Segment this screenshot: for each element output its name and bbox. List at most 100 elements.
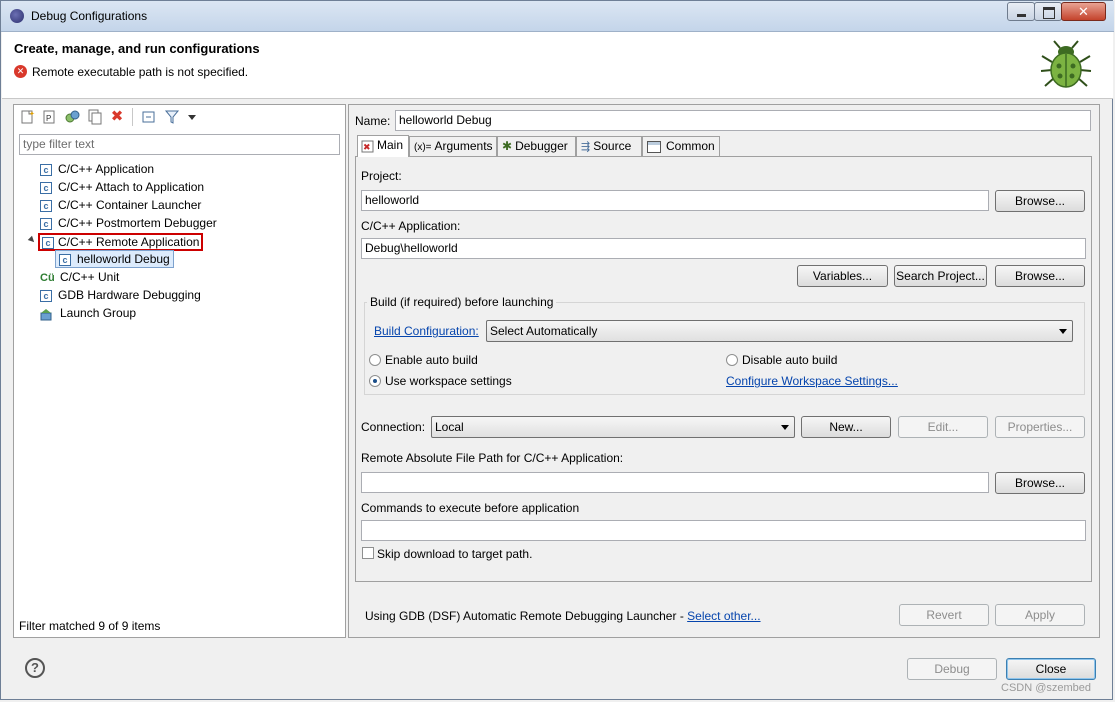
tree-item-cpp-application[interactable]: c C/C++ Application bbox=[40, 161, 154, 177]
enable-auto-build-radio[interactable] bbox=[369, 354, 381, 366]
c-file-icon: c bbox=[40, 289, 52, 302]
c-file-icon: c bbox=[59, 253, 71, 266]
connection-value: Local bbox=[435, 420, 464, 434]
connection-label: Connection: bbox=[361, 420, 426, 434]
help-icon[interactable]: ? bbox=[25, 658, 45, 678]
remote-path-browse-button[interactable]: Browse... bbox=[995, 472, 1085, 494]
tab-label: Source bbox=[593, 139, 632, 153]
edit-connection-button[interactable]: Edit... bbox=[898, 416, 988, 438]
disable-auto-build-label: Disable auto build bbox=[742, 353, 838, 367]
close-button[interactable]: Close bbox=[1006, 658, 1096, 680]
application-browse-button[interactable]: Browse... bbox=[995, 265, 1085, 287]
tree-item-label: helloworld Debug bbox=[77, 252, 170, 266]
tab-common[interactable]: Common bbox=[642, 136, 720, 156]
tab-arguments[interactable]: (x)= Arguments bbox=[409, 136, 497, 156]
tree-item-gdb-hardware[interactable]: c GDB Hardware Debugging bbox=[40, 287, 201, 303]
c-file-icon: c bbox=[40, 199, 52, 212]
window-title: Debug Configurations bbox=[31, 9, 148, 23]
duplicate-configuration-icon[interactable] bbox=[87, 109, 103, 125]
tree-item-label: GDB Hardware Debugging bbox=[58, 288, 201, 302]
new-connection-button[interactable]: New... bbox=[801, 416, 891, 438]
watermark: CSDN @szembed bbox=[1001, 682, 1092, 694]
commands-input[interactable] bbox=[361, 520, 1086, 541]
build-configuration-select[interactable]: Select Automatically bbox=[486, 320, 1073, 342]
configure-workspace-link[interactable]: Configure Workspace Settings... bbox=[726, 374, 898, 388]
tree-item-label: C/C++ Remote Application bbox=[58, 235, 200, 249]
svg-text:✖: ✖ bbox=[363, 142, 371, 152]
tree-item-label: C/C++ Unit bbox=[60, 270, 120, 284]
tree-item-cpp-remote[interactable]: c C/C++ Remote Application bbox=[38, 233, 204, 251]
dialog-header: Create, manage, and run configurations ✕… bbox=[2, 32, 1113, 99]
tree-item-label: Launch Group bbox=[60, 306, 137, 320]
tab-main[interactable]: ✖ Main bbox=[357, 135, 409, 157]
minimize-button[interactable] bbox=[1007, 2, 1035, 21]
enable-auto-build-label: Enable auto build bbox=[385, 353, 478, 367]
error-message: Remote executable path is not specified. bbox=[32, 65, 249, 79]
filter-placeholder: type filter text bbox=[23, 137, 95, 151]
tree-item-launch-group[interactable]: Launch Group bbox=[40, 305, 136, 321]
debug-configurations-window: Debug Configurations ✕ Create, manage, a… bbox=[0, 0, 1114, 700]
revert-button[interactable]: Revert bbox=[899, 604, 989, 626]
c-file-icon: c bbox=[40, 163, 52, 176]
tree-item-cpp-container[interactable]: c C/C++ Container Launcher bbox=[40, 197, 201, 213]
build-configuration-link[interactable]: Build Configuration: bbox=[374, 324, 479, 338]
application-input[interactable]: Debug\helloworld bbox=[361, 238, 1086, 259]
debug-bug-icon bbox=[1038, 38, 1094, 94]
project-input[interactable]: helloworld bbox=[361, 190, 989, 211]
apply-button[interactable]: Apply bbox=[995, 604, 1085, 626]
view-menu-chevron-down-icon[interactable] bbox=[184, 109, 200, 125]
use-workspace-settings-radio[interactable] bbox=[369, 375, 381, 387]
tab-debugger[interactable]: ✱ Debugger bbox=[497, 136, 576, 156]
delete-configuration-icon[interactable]: ✖ bbox=[109, 109, 125, 125]
select-other-link[interactable]: Select other... bbox=[687, 609, 760, 623]
tree-item-label: C/C++ Attach to Application bbox=[58, 180, 205, 194]
project-browse-button[interactable]: Browse... bbox=[995, 190, 1085, 212]
launcher-text: Using GDB (DSF) Automatic Remote Debuggi… bbox=[365, 609, 688, 623]
tab-label: Arguments bbox=[434, 139, 493, 153]
close-window-button[interactable]: ✕ bbox=[1061, 2, 1106, 21]
tree-item-helloworld-debug[interactable]: c helloworld Debug bbox=[55, 250, 174, 268]
disable-auto-build-radio[interactable] bbox=[726, 354, 738, 366]
maximize-button[interactable] bbox=[1034, 2, 1062, 21]
name-input[interactable]: helloworld Debug bbox=[395, 110, 1091, 131]
dialog-heading: Create, manage, and run configurations bbox=[14, 41, 260, 56]
export-configuration-icon[interactable] bbox=[64, 109, 80, 125]
search-project-button[interactable]: Search Project... bbox=[894, 265, 987, 287]
source-icon: ⇶ bbox=[581, 141, 591, 153]
common-icon bbox=[647, 140, 661, 153]
main-tab-icon: ✖ bbox=[361, 140, 374, 153]
chevron-down-icon bbox=[781, 425, 789, 430]
connection-select[interactable]: Local bbox=[431, 416, 795, 438]
variables-button[interactable]: Variables... bbox=[797, 265, 888, 287]
tree-item-label: C/C++ Postmortem Debugger bbox=[58, 216, 217, 230]
remote-path-input[interactable] bbox=[361, 472, 989, 493]
tab-label: Main bbox=[377, 138, 404, 152]
tab-source[interactable]: ⇶ Source bbox=[576, 136, 642, 156]
tree-item-cpp-attach[interactable]: c C/C++ Attach to Application bbox=[40, 179, 204, 195]
tree-item-cpp-postmortem[interactable]: c C/C++ Postmortem Debugger bbox=[40, 215, 217, 231]
debugger-bug-icon: ✱ bbox=[502, 139, 513, 153]
tree-item-label: C/C++ Application bbox=[58, 162, 155, 176]
svg-text:P: P bbox=[46, 114, 51, 123]
toolbar-separator bbox=[132, 108, 133, 126]
debug-button[interactable]: Debug bbox=[907, 658, 997, 680]
skip-download-checkbox[interactable] bbox=[362, 547, 374, 559]
c-file-icon: c bbox=[42, 236, 54, 249]
new-configuration-icon[interactable]: ✦ bbox=[19, 109, 35, 125]
new-prototype-icon[interactable]: P bbox=[41, 109, 57, 125]
tree-item-cpp-unit[interactable]: Cü C/C++ Unit bbox=[40, 269, 119, 285]
svg-text:✦: ✦ bbox=[29, 110, 35, 118]
launch-group-icon bbox=[40, 308, 52, 321]
filter-icon[interactable] bbox=[164, 109, 180, 125]
filter-input[interactable]: type filter text bbox=[19, 134, 340, 155]
connection-properties-button[interactable]: Properties... bbox=[995, 416, 1085, 438]
tab-label: Common bbox=[666, 139, 715, 153]
commands-label: Commands to execute before application bbox=[361, 501, 580, 515]
error-icon: ✕ bbox=[14, 65, 27, 78]
collapse-all-icon[interactable] bbox=[141, 109, 157, 125]
arguments-icon: (x)= bbox=[414, 142, 432, 153]
build-configuration-value: Select Automatically bbox=[490, 324, 598, 338]
skip-download-label: Skip download to target path. bbox=[377, 547, 533, 561]
build-group-title: Build (if required) before launching bbox=[367, 295, 557, 309]
use-workspace-settings-label: Use workspace settings bbox=[385, 374, 512, 388]
